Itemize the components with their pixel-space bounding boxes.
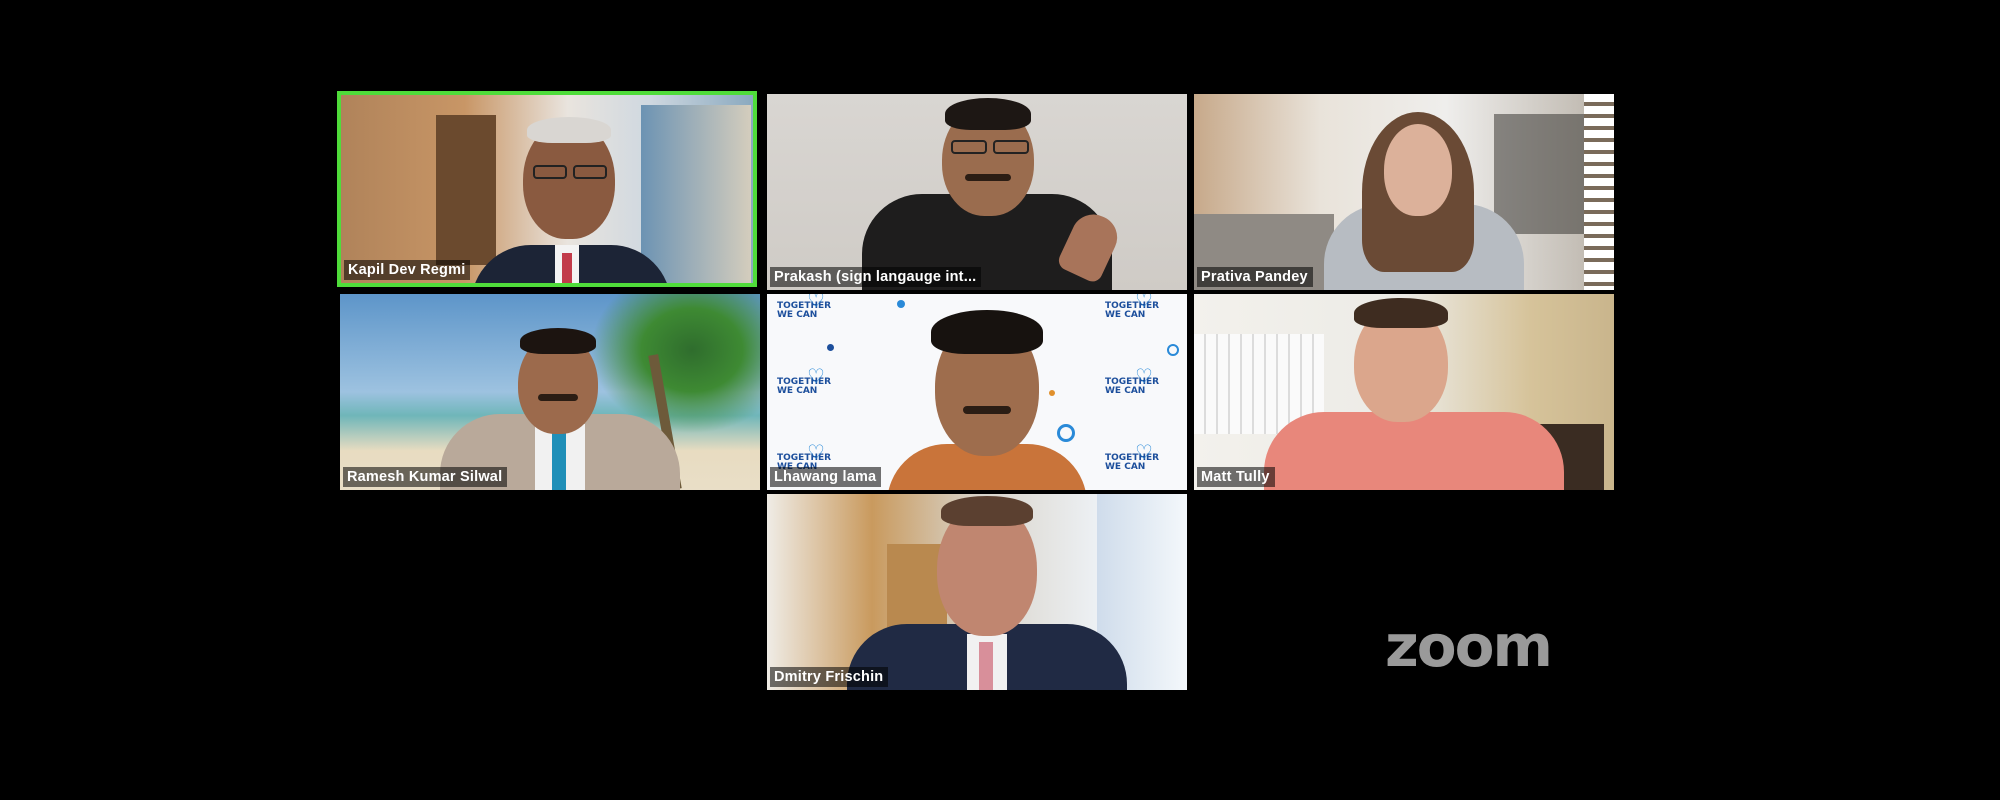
office-window [1494,114,1584,234]
person-hair [931,310,1043,354]
participant-name-label: Matt Tully [1197,467,1275,487]
glasses-icon [573,165,607,179]
participant-tile-dmitry-frischin[interactable]: Dmitry Frischin [767,494,1187,690]
person-hair [527,117,611,143]
video-feed [767,94,1187,290]
bookshelf [1584,94,1614,290]
glasses-icon [533,165,567,179]
video-feed: TOGETHER WE CAN ♡ TOGETHER WE CAN ♡ TOGETH… [767,294,1187,490]
person-hair [945,98,1031,130]
participant-tile-prativa-pandey[interactable]: Prativa Pandey [1194,94,1614,290]
video-feed [340,294,760,490]
glasses-icon [951,140,987,154]
decor-dot [1057,424,1075,442]
tie [562,253,572,283]
mustache [538,394,578,401]
participant-name-label: Prativa Pandey [1197,267,1313,287]
together-we-can-logo: TOGETHER WE CAN♡ [1105,364,1160,396]
video-feed [1194,94,1614,290]
person-hair [941,496,1033,526]
participant-name-label: Kapil Dev Regmi [344,260,471,280]
mustache [963,406,1011,414]
person-body [1264,412,1564,490]
participant-name-label: Dmitry Frischin [770,667,889,687]
participant-name-label: Prakash (sign langauge int... [770,267,982,287]
decor-dot [1049,390,1055,396]
video-feed [341,95,753,283]
video-feed [1194,294,1614,490]
glasses-icon [993,140,1029,154]
participant-tile-prakash[interactable]: Prakash (sign langauge int... [767,94,1187,290]
participant-name-label: Lhawang lama [770,467,882,487]
decor-dot [827,344,834,351]
zoom-logo: zoom [1385,612,1553,680]
decor-dot [897,300,905,308]
participant-tile-matt-tully[interactable]: Matt Tully [1194,294,1614,490]
video-feed [767,494,1187,690]
together-we-can-logo: TOGETHER WE CAN♡ [1105,294,1160,320]
video-gallery: Kapil Dev Regmi Prakash (sign langauge i… [0,0,2000,800]
person-head [1384,124,1452,216]
participant-tile-kapil-dev-regmi[interactable]: Kapil Dev Regmi [337,91,757,287]
mustache [965,174,1011,181]
together-we-can-logo: TOGETHER WE CAN♡ [1105,440,1160,472]
together-we-can-logo: TOGETHER WE CAN♡ [777,364,832,396]
person-hair [1354,298,1448,328]
tie [552,430,566,490]
participant-tile-lhawang-lama[interactable]: TOGETHER WE CAN ♡ TOGETHER WE CAN ♡ TOGETH… [767,294,1187,490]
participant-tile-ramesh-kumar-silwal[interactable]: Ramesh Kumar Silwal [340,294,760,490]
together-we-can-logo: TOGETHER WE CAN♡ [777,294,832,320]
window-curtain [641,105,751,283]
tie [979,642,993,690]
palm-tree [590,294,760,434]
participant-name-label: Ramesh Kumar Silwal [343,467,508,487]
bookshelf [436,115,496,265]
decor-dot [1167,344,1179,356]
person-hair [520,328,596,354]
